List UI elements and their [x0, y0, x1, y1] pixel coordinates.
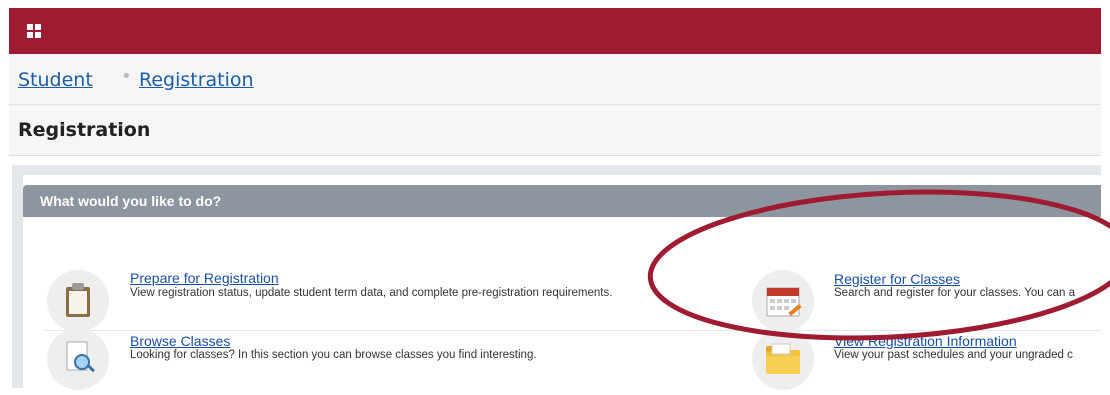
panel-header-title: What would you like to do?	[40, 193, 222, 209]
clipboard-icon[interactable]	[47, 270, 109, 332]
calendar-icon[interactable]	[752, 270, 814, 332]
prepare-for-registration-description: View registration status, update student…	[130, 287, 613, 299]
breadcrumb: Student • Registration	[9, 54, 1101, 105]
folder-icon[interactable]	[752, 328, 814, 390]
breadcrumb-student-link[interactable]: Student	[18, 69, 93, 91]
top-bar	[9, 8, 1101, 54]
view-registration-information-link[interactable]: View Registration Information	[834, 333, 1017, 349]
page-title: Registration	[18, 119, 151, 141]
grid-menu-icon[interactable]	[27, 24, 41, 38]
breadcrumb-registration-link[interactable]: Registration	[139, 69, 254, 91]
browse-classes-link[interactable]: Browse Classes	[130, 333, 230, 349]
item-divider	[45, 330, 1101, 331]
register-for-classes-description: Search and register for your classes. Yo…	[834, 287, 1076, 299]
prepare-for-registration-link[interactable]: Prepare for Registration	[130, 270, 279, 286]
title-bar: Registration	[9, 105, 1101, 156]
register-for-classes-link[interactable]: Register for Classes	[834, 271, 960, 287]
panel-header: What would you like to do?	[23, 185, 1101, 217]
breadcrumb-separator: •	[121, 66, 132, 87]
view-registration-information-description: View your past schedules and your ungrad…	[834, 349, 1073, 361]
magnifier-document-icon[interactable]	[47, 328, 109, 390]
browse-classes-description: Looking for classes? In this section you…	[130, 349, 537, 361]
